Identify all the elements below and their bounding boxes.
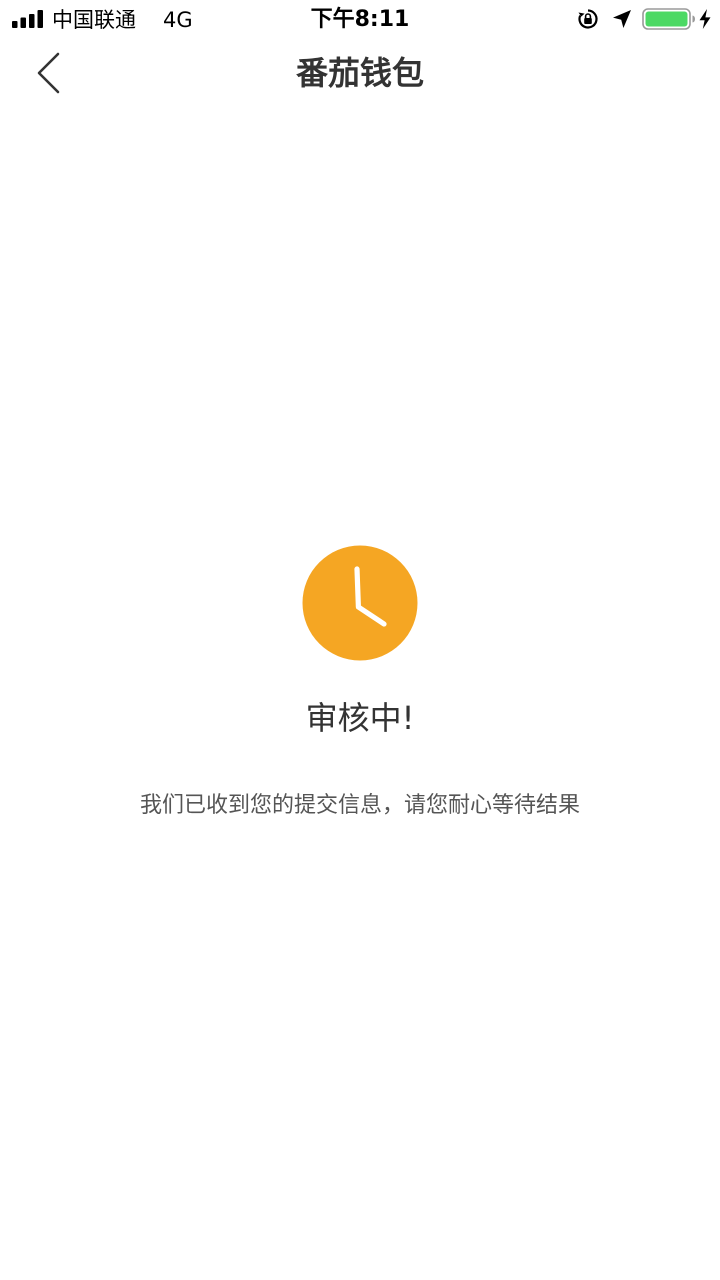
location-arrow-icon: [613, 10, 631, 28]
pending-clock: [302, 545, 418, 661]
status-bar: 中国联通 4G 下午8:11: [0, 0, 720, 40]
review-status-description: 我们已收到您的提交信息，请您耐心等待结果: [139, 793, 580, 818]
page-title: 番茄钱包: [295, 54, 424, 92]
orientation-lock-icon: [578, 9, 598, 29]
app-screen: 中国联通 4G 下午8:11 番茄钱包 审核中! 我们已收到您的提交信息，请您耐…: [0, 0, 720, 1280]
battery-icon: [642, 8, 695, 30]
clock-icon: [302, 545, 418, 661]
nav-bar: 番茄钱包: [0, 40, 720, 106]
charging-bolt-icon: [699, 9, 711, 29]
review-status-title: 审核中!: [305, 699, 415, 737]
